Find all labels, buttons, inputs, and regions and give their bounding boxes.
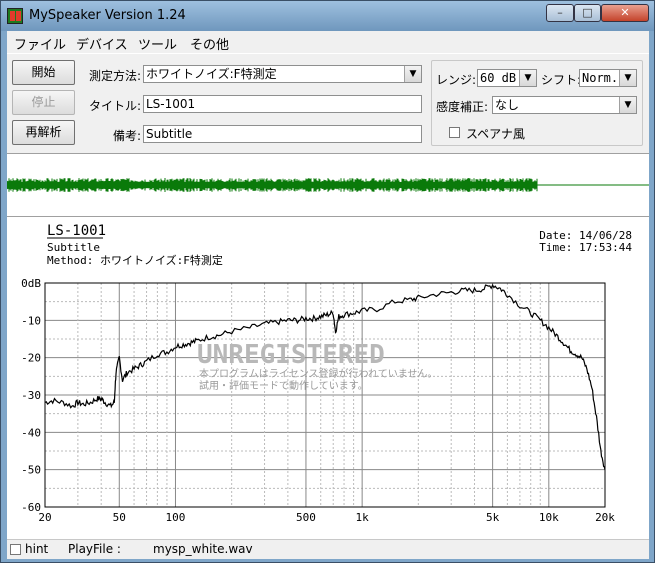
method-label: 測定方法: [88,69,141,83]
reanalyze-button[interactable]: 再解析 [12,120,75,145]
shift-select[interactable]: Norm. ▼ [579,69,637,87]
graph-panel: LS-1001 Subtitle Method: ホワイトノイズ:F特測定 Da… [7,217,649,539]
minimize-button[interactable]: – [546,4,574,22]
graph-title: LS-1001 [47,223,106,239]
menu-bar: ファイル デバイス ツール その他 [7,31,649,53]
waveform-panel [6,153,649,217]
shift-value: Norm. [582,71,619,85]
chevron-down-icon[interactable]: ▼ [619,70,636,86]
range-label: レンジ: [436,73,477,87]
title-input[interactable]: LS-1001 [143,95,422,113]
x-tick-label: 5k [486,511,500,524]
x-tick-label: 500 [296,511,316,524]
chevron-down-icon[interactable]: ▼ [519,70,536,86]
y-tick-label: -10 [21,314,41,327]
x-axis-labels: 20 50 100 500 1k 5k 10k 20k [38,511,615,524]
control-panel: 開始 停止 再解析 測定方法: ホワイトノイズ:F特測定 ▼ タイトル: LS-… [7,53,649,154]
x-tick-label: 10k [539,511,559,524]
maximize-button[interactable]: □ [574,4,601,22]
sensitivity-value: なし [495,98,520,112]
close-button[interactable]: ✕ [601,4,649,22]
spare-checkbox[interactable] [449,127,460,138]
title-bar[interactable]: MySpeaker Version 1.24 – □ ✕ [1,1,654,31]
method-value: ホワイトノイズ:F特測定 [146,67,277,81]
license-notice-1: 本プログラムはライセンス登録が行われていません。 [199,367,437,380]
x-tick-label: 20 [38,511,51,524]
graph-method: Method: ホワイトノイズ:F特測定 [47,253,223,267]
x-tick-label: 1k [356,511,370,524]
start-button[interactable]: 開始 [12,60,75,85]
playfile-value: mysp_white.wav [153,542,253,556]
x-tick-label: 50 [113,511,126,524]
range-select[interactable]: 60 dB ▼ [477,69,537,87]
y-tick-label: 0dB [21,277,41,290]
license-notice-2: 試用・評価モードで動作しています。 [199,379,368,392]
y-tick-label: -20 [21,352,41,365]
app-window: MySpeaker Version 1.24 – □ ✕ ファイル デバイス ツ… [0,0,655,563]
menu-tools[interactable]: ツール [138,34,177,53]
playfile-label: PlayFile : [68,542,121,556]
y-tick-label: -30 [21,389,41,402]
unregistered-watermark: UNREGISTERED [197,340,385,370]
app-icon [7,8,23,24]
stop-button[interactable]: 停止 [12,90,75,115]
y-tick-label: -40 [21,426,41,439]
y-axis-labels: 0dB-10-20-30-40-50-60 [21,277,41,514]
note-label: 備考: [112,129,141,143]
title-label: タイトル: [88,99,141,113]
waveform-signal [6,178,538,192]
chevron-down-icon[interactable]: ▼ [619,97,636,113]
waveform-trace [6,178,538,192]
graph-time: Time: 17:53:44 [539,241,632,254]
sensitivity-label: 感度補正: [436,100,489,114]
y-tick-label: -50 [21,464,41,477]
shift-label: シフト: [541,73,582,87]
window-title: MySpeaker Version 1.24 [29,8,186,23]
x-tick-label: 100 [166,511,186,524]
graph-subtitle: Subtitle [47,241,100,254]
waveform [6,178,649,192]
method-select[interactable]: ホワイトノイズ:F特測定 ▼ [143,65,422,83]
range-value: 60 dB [480,71,517,85]
client-area: ファイル デバイス ツール その他 開始 停止 再解析 測定方法: ホワイトノイ… [6,31,649,559]
menu-file[interactable]: ファイル [14,34,66,53]
hint-checkbox[interactable] [10,544,21,555]
chevron-down-icon[interactable]: ▼ [404,66,421,82]
hint-label: hint [25,542,49,556]
status-bar: hint PlayFile : mysp_white.wav [7,539,649,559]
x-tick-label: 20k [595,511,615,524]
menu-device[interactable]: デバイス [76,34,128,53]
note-input[interactable]: Subtitle [143,125,422,143]
menu-other[interactable]: その他 [190,34,229,53]
grid [45,283,605,507]
frequency-response-chart: LS-1001 Subtitle Method: ホワイトノイズ:F特測定 Da… [21,223,632,524]
sensitivity-select[interactable]: なし ▼ [492,96,637,114]
spare-label: スペアナ風 [466,127,525,141]
